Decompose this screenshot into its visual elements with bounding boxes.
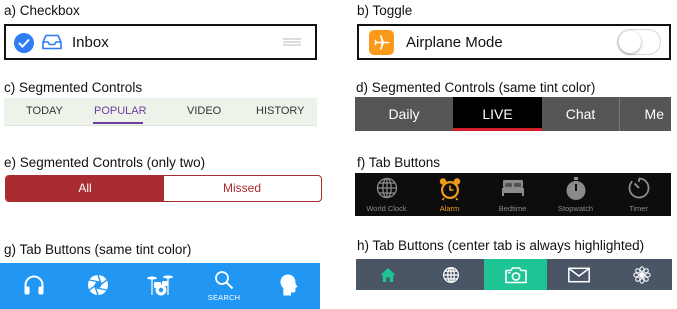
tab-aperture[interactable] — [66, 263, 130, 309]
tab-globe[interactable] — [419, 259, 482, 290]
segment-chat[interactable]: Chat — [542, 97, 619, 131]
segment-live[interactable]: LIVE — [453, 97, 542, 131]
tab-camera[interactable] — [484, 259, 547, 290]
tab-bar-slate — [356, 259, 672, 290]
segmented-control-two: All Missed — [5, 175, 322, 202]
caption-tab-buttons: f) Tab Buttons — [357, 155, 441, 170]
tab-drums[interactable] — [128, 263, 192, 309]
segment-missed[interactable]: Missed — [164, 176, 320, 201]
aperture-icon — [88, 274, 108, 296]
toggle-label: Airplane Mode — [406, 34, 503, 51]
segment-today[interactable]: TODAY — [26, 105, 63, 117]
caption-toggle: b) Toggle — [357, 3, 413, 18]
tab-bar-dark: World Clock Alarm Bedtime Stopwatch Time… — [355, 173, 671, 216]
globe-icon — [442, 266, 459, 283]
tab-flower[interactable] — [610, 259, 673, 290]
tab-label: Alarm — [439, 204, 460, 213]
segment-me[interactable]: Me — [620, 97, 671, 131]
home-icon — [380, 267, 395, 282]
tab-mail[interactable] — [547, 259, 610, 290]
tab-world-clock[interactable]: World Clock — [355, 173, 418, 216]
airplane-icon — [369, 30, 394, 55]
caption-tab-buttons-center: h) Tab Buttons (center tab is always hig… — [357, 238, 645, 253]
segment-chat-label: Chat — [565, 106, 596, 122]
selected-underline — [93, 122, 143, 124]
globe-icon — [376, 177, 397, 199]
mail-icon — [567, 267, 590, 282]
segment-daily[interactable]: Daily — [355, 97, 453, 131]
tab-search[interactable]: SEARCH — [192, 263, 256, 309]
tab-label: Bedtime — [498, 204, 527, 213]
segment-history[interactable]: HISTORY — [256, 105, 305, 117]
drag-handle-icon[interactable] — [283, 38, 301, 46]
tab-bedtime[interactable]: Bedtime — [481, 173, 544, 216]
airplane-mode-row: Airplane Mode — [357, 24, 671, 60]
segment-video[interactable]: VIDEO — [187, 105, 221, 117]
tab-headphones[interactable] — [2, 263, 66, 309]
tab-label: SEARCH — [207, 293, 241, 302]
camera-icon — [504, 266, 527, 283]
tab-profile[interactable] — [257, 263, 321, 309]
inbox-checkbox-row[interactable]: Inbox — [4, 24, 317, 60]
tab-label: Timer — [629, 204, 648, 213]
tab-label: Stopwatch — [557, 204, 594, 213]
bed-icon — [501, 180, 524, 196]
selected-underline — [453, 128, 542, 131]
drum-kit-icon — [147, 275, 173, 296]
search-icon — [215, 271, 234, 290]
stopwatch-icon — [566, 177, 585, 200]
caption-segmented: c) Segmented Controls — [4, 80, 143, 95]
segment-missed-label: Missed — [222, 181, 261, 195]
checkbox-label: Inbox — [72, 34, 109, 51]
segment-popular[interactable]: POPULAR — [94, 105, 147, 117]
tab-label: World Clock — [366, 204, 407, 213]
headphones-icon — [24, 275, 44, 295]
caption-tab-buttons-tint: g) Tab Buttons (same tint color) — [4, 242, 192, 257]
segment-me-label: Me — [644, 106, 664, 122]
toggle-knob[interactable] — [619, 31, 641, 53]
caption-segmented-two: e) Segmented Controls (only two) — [4, 155, 206, 170]
segment-live-label: LIVE — [482, 106, 513, 122]
checkbox-checked[interactable] — [14, 33, 34, 53]
caption-segmented-tint: d) Segmented Controls (same tint color) — [356, 80, 596, 95]
segmented-control-dark: Daily LIVE Chat Me — [355, 97, 671, 131]
segment-all[interactable]: All — [6, 176, 164, 201]
airplane-mode-toggle[interactable] — [617, 29, 661, 55]
flower-icon — [632, 265, 651, 284]
tab-bar-blue: SEARCH — [0, 263, 320, 309]
tab-timer[interactable]: Timer — [607, 173, 670, 216]
tab-stopwatch[interactable]: Stopwatch — [544, 173, 607, 216]
segmented-control-tabs: TODAY POPULAR VIDEO HISTORY — [4, 98, 317, 126]
tab-home[interactable] — [356, 259, 419, 290]
inbox-tray-icon — [42, 34, 62, 50]
segment-all-label: All — [78, 181, 92, 195]
checkmark-icon — [18, 38, 30, 48]
timer-icon — [628, 177, 649, 199]
alarm-clock-icon — [439, 178, 460, 201]
head-profile-icon — [280, 274, 298, 296]
tab-alarm[interactable]: Alarm — [418, 173, 481, 216]
caption-checkbox: a) Checkbox — [4, 3, 80, 18]
segment-daily-label: Daily — [388, 106, 420, 122]
